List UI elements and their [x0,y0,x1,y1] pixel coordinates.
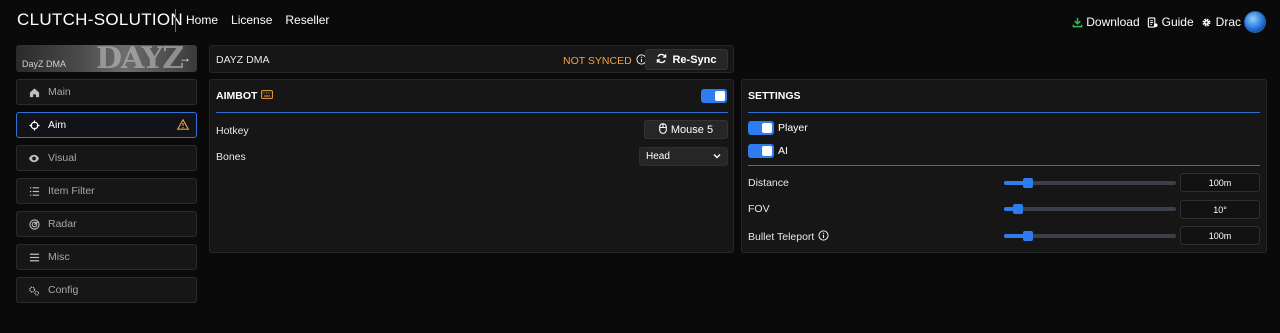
sidebar-item-item-filter[interactable]: Item Filter [16,178,197,204]
nav-link-license[interactable]: License [231,13,272,27]
bullet-teleport-slider-handle[interactable] [1022,231,1033,241]
bones-label: Bones [216,151,246,163]
bones-select[interactable]: Head [639,147,728,166]
distance-label: Distance [748,177,789,189]
sidebar-item-config[interactable]: Config [16,277,197,303]
sidebar-item-label: Misc [48,251,70,263]
avatar[interactable] [1244,11,1266,33]
settings-title: SETTINGS [748,90,801,102]
keyboard-icon [261,90,274,102]
user-nav: Download Guide Drac [1071,11,1266,33]
refresh-icon [656,53,667,67]
settings-divider [748,112,1260,113]
nav-links: Home License Reseller [186,13,329,27]
bones-value: Head [646,151,670,162]
hotkey-value: Mouse 5 [670,123,714,136]
download-link[interactable]: Download [1071,15,1140,29]
fov-slider-handle[interactable] [1012,204,1023,214]
settings-header: SETTINGS [748,90,801,102]
sidebar-item-label: Main [48,86,71,98]
game-selector-card[interactable]: DAYZ DayZ DMA → [16,45,197,72]
ai-label: AI [778,145,788,157]
sidebar-item-label: Aim [48,119,67,131]
dma-status-bar: DAYZ DMA NOT SYNCED Re-Sync [209,45,734,73]
brand-logo[interactable]: CLUTCH-SOLUTION [17,10,183,30]
eye-icon [28,152,40,164]
nav-link-reseller[interactable]: Reseller [285,13,329,27]
sidebar-item-label: Radar [48,218,77,230]
username: Drac [1215,15,1241,29]
player-toggle[interactable] [748,121,774,135]
user-menu[interactable]: Drac [1201,11,1266,33]
sidebar-item-misc[interactable]: Misc [16,244,197,270]
aimbot-enable-toggle[interactable] [701,89,727,103]
game-label: DayZ DMA [22,59,67,69]
aimbot-panel: AIMBOT Hotkey Mouse 5 Bones Head [209,79,734,253]
mouse-icon [659,122,667,137]
fov-value[interactable]: 10° [1180,200,1260,219]
sidebar-item-label: Item Filter [48,185,95,197]
sidebar-item-aim[interactable]: Aim [16,112,197,138]
sidebar-item-label: Visual [48,152,77,164]
bullet-teleport-row-label: Bullet Teleport [748,230,829,244]
sync-status-text: NOT SYNCED [563,55,632,67]
sidebar-item-label: Config [48,284,79,296]
game-art-text: DAYZ [96,45,184,72]
menu-icon [28,251,40,263]
resync-button[interactable]: Re-Sync [645,49,728,70]
arrow-right-icon[interactable]: → [179,51,191,65]
distance-value[interactable]: 100m [1180,173,1260,192]
settings-panel: SETTINGS Player AI Distance 100m FOV 10°… [741,79,1267,253]
dma-title: DAYZ DMA [216,54,270,66]
settings-divider-2 [748,165,1260,166]
guide-link[interactable]: Guide [1147,15,1194,29]
fov-slider[interactable] [1004,204,1176,214]
distance-slider[interactable] [1004,178,1176,188]
bullet-teleport-label: Bullet Teleport [748,231,815,243]
brand-divider [175,9,176,32]
aimbot-divider [216,112,728,113]
ai-toggle[interactable] [748,144,774,158]
aimbot-title: AIMBOT [216,90,258,102]
bullet-teleport-value[interactable]: 100m [1180,226,1260,245]
chevron-down-icon [713,151,721,162]
aimbot-header: AIMBOT [216,90,274,102]
bullet-teleport-slider[interactable] [1004,231,1176,241]
sidebar-item-main[interactable]: Main [16,79,197,105]
guide-icon [1147,16,1159,28]
cogs-icon [28,284,40,296]
home-icon [28,86,40,98]
fov-label: FOV [748,203,770,215]
resync-label: Re-Sync [672,53,717,66]
guide-label: Guide [1161,15,1194,29]
hotkey-label: Hotkey [216,125,249,137]
player-label: Player [778,122,808,134]
download-icon [1071,16,1083,28]
download-label: Download [1086,15,1140,29]
distance-slider-handle[interactable] [1022,178,1033,188]
sidebar-item-radar[interactable]: Radar [16,211,197,237]
info-icon[interactable] [818,230,829,244]
nav-link-home[interactable]: Home [186,13,218,27]
radar-icon [28,218,40,230]
warning-icon [176,118,190,133]
sidebar-item-visual[interactable]: Visual [16,145,197,171]
sync-status: NOT SYNCED [563,54,647,68]
crosshair-icon [28,119,40,131]
gear-icon [1201,16,1213,28]
top-navbar: CLUTCH-SOLUTION Home License Reseller Do… [0,0,1280,42]
hotkey-button[interactable]: Mouse 5 [644,120,728,139]
sidebar: DAYZ DayZ DMA → Main Aim Visual Item Fil… [16,45,197,303]
list-icon [28,185,40,197]
